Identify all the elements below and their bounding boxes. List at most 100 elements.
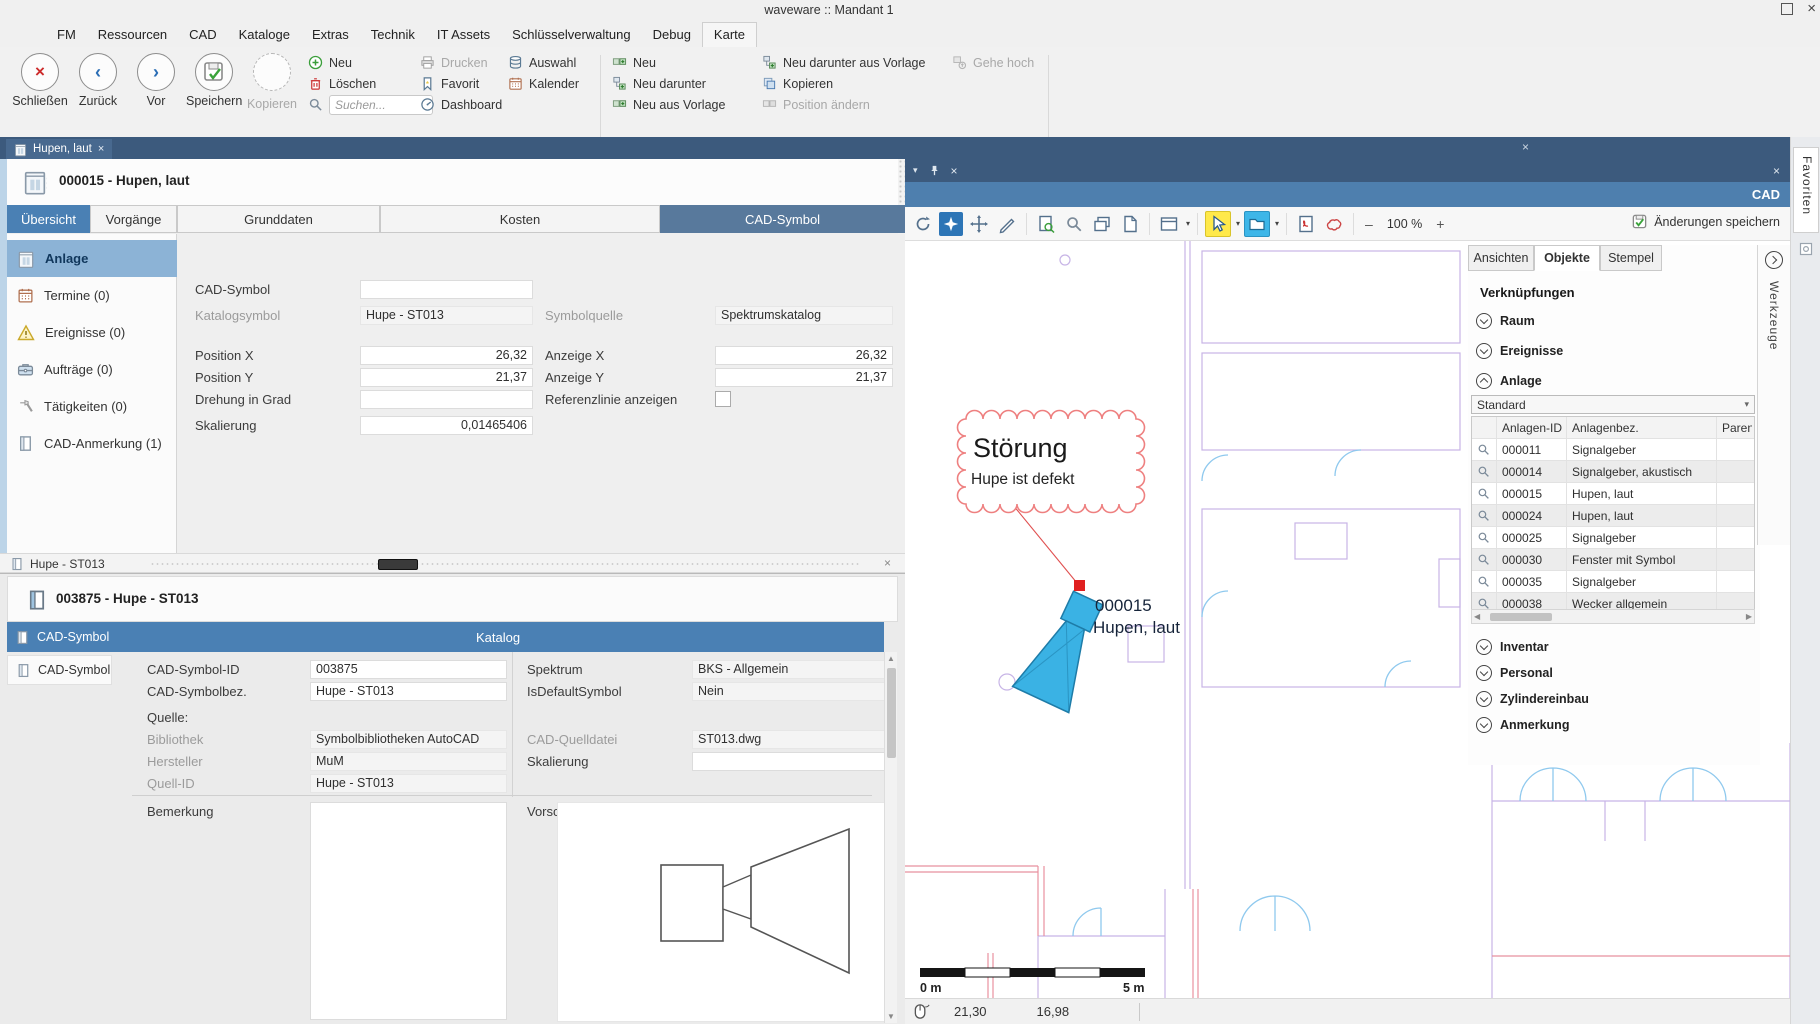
group-anlage[interactable]: Anlage (1476, 373, 1542, 389)
table-row[interactable]: 000025 Signalgeber (1472, 527, 1754, 549)
table-row[interactable]: 000015 Hupen, laut (1472, 483, 1754, 505)
menu-item[interactable]: Extras (301, 23, 360, 47)
favorite-button[interactable]: Favorit (420, 74, 502, 93)
save-button[interactable]: Speichern (186, 53, 242, 108)
tab-stempel[interactable]: Stempel (1600, 245, 1662, 271)
tab-cad-symbol[interactable]: CAD-Symbol (660, 205, 905, 233)
nav-item-termine[interactable]: Termine (0) (7, 277, 177, 314)
layers-button[interactable] (1090, 212, 1114, 236)
splitter-close-icon[interactable]: × (884, 556, 891, 570)
menu-item[interactable]: Schlüsselverwaltung (501, 23, 642, 47)
menu-item[interactable]: Kataloge (228, 23, 301, 47)
tab-katalog[interactable]: Katalog (112, 622, 884, 652)
group-inventar[interactable]: Inventar (1476, 639, 1549, 655)
new-drawing-button[interactable] (1118, 212, 1142, 236)
annotation-marker[interactable] (1074, 580, 1085, 591)
annotation-balloon[interactable]: Störung Hupe ist defekt (958, 411, 1145, 513)
magnifier-icon[interactable] (1477, 487, 1490, 500)
save-changes-button[interactable]: Änderungen speichern (1631, 213, 1780, 230)
magnifier-icon[interactable] (1477, 509, 1490, 522)
tab-close-icon[interactable]: × (98, 143, 104, 155)
scrollbar-thumb[interactable] (887, 668, 896, 758)
position-y-field[interactable]: 21,37 (360, 368, 533, 387)
horizontal-splitter[interactable]: Hupe - ST013 × (0, 553, 905, 573)
tab-vorgaenge[interactable]: Vorgänge (90, 205, 177, 233)
nav-item-cad-anmerkung[interactable]: CAD-Anmerkung (1) (7, 425, 177, 462)
cad-symbolbez-field[interactable]: Hupe - ST013 (310, 682, 507, 701)
tab-grunddaten[interactable]: Grunddaten (177, 205, 380, 233)
layer-folder-dropdown-icon[interactable]: ▾ (1275, 219, 1279, 228)
table-row[interactable]: 000030 Fenster mit Symbol (1472, 549, 1754, 571)
catalog-nav-item-1[interactable]: CAD-Symbol (7, 622, 112, 652)
scrollbar-thumb[interactable] (1490, 613, 1552, 621)
back-button[interactable]: ‹Zurück (70, 53, 126, 108)
pan-button[interactable] (967, 212, 991, 236)
menu-item[interactable]: Ressourcen (87, 23, 178, 47)
tree-new-from-template-button[interactable]: Neu aus Vorlage (612, 95, 725, 114)
nav-item-auftraege[interactable]: Aufträge (0) (7, 351, 177, 388)
maximize-button[interactable] (1781, 3, 1793, 15)
close-button[interactable]: ×Schließen (12, 53, 68, 108)
zoom-window-button[interactable] (1062, 212, 1086, 236)
window-mode-button[interactable] (1157, 212, 1181, 236)
select-tool-button[interactable] (1205, 211, 1231, 237)
magnifier-icon[interactable] (1477, 575, 1490, 588)
tab-kosten[interactable]: Kosten (380, 205, 660, 233)
table-row[interactable]: 000014 Signalgeber, akustisch (1472, 461, 1754, 483)
delete-button[interactable]: Löschen (308, 74, 433, 93)
magnifier-icon[interactable] (1477, 443, 1490, 456)
group-ereignisse[interactable]: Ereignisse (1476, 343, 1563, 359)
tree-new-button[interactable]: Neu (612, 53, 725, 72)
tab-objekte[interactable]: Objekte (1534, 245, 1600, 271)
splitter-handle[interactable] (378, 559, 418, 570)
table-row[interactable]: 000035 Signalgeber (1472, 571, 1754, 593)
tab-werkzeuge[interactable]: Werkzeuge (1767, 281, 1781, 350)
tree-new-below-from-template-button[interactable]: Neu darunter aus Vorlage (762, 53, 925, 72)
nav-item-ereignisse[interactable]: Ereignisse (0) (7, 314, 177, 351)
selection-button[interactable]: Auswahl (508, 53, 579, 72)
anzeige-x-field[interactable]: 26,32 (715, 346, 893, 365)
panel-menu-icon[interactable]: ▾ (913, 165, 918, 176)
revision-cloud-button[interactable] (1322, 212, 1346, 236)
dashboard-button[interactable]: Dashboard (420, 95, 502, 114)
zoom-in-button[interactable]: + (1432, 216, 1448, 232)
menu-item[interactable]: IT Assets (426, 23, 501, 47)
panel-close-icon[interactable]: × (951, 164, 958, 178)
forward-button[interactable]: ›Vor (128, 53, 184, 108)
calendar-button[interactable]: Kalender (508, 74, 579, 93)
print-preview-button[interactable] (1034, 212, 1058, 236)
tab-favoriten[interactable]: Favoriten (1793, 147, 1819, 233)
strip-close-icon[interactable]: × (1522, 140, 1529, 154)
select-tool-dropdown-icon[interactable]: ▾ (1236, 219, 1240, 228)
katalog-skalierung-field[interactable] (692, 752, 890, 771)
group-anmerkung[interactable]: Anmerkung (1476, 717, 1569, 733)
cad-symbol-field[interactable] (360, 280, 533, 299)
new-button[interactable]: Neu (308, 53, 433, 72)
panel-close-icon-right[interactable]: × (1773, 164, 1780, 178)
document-tab[interactable]: Hupen, laut × (6, 139, 112, 159)
referenzlinie-checkbox[interactable] (715, 391, 731, 407)
group-personal[interactable]: Personal (1476, 665, 1553, 681)
nav-item-taetigkeiten[interactable]: Tätigkeiten (0) (7, 388, 177, 425)
zoom-extents-button[interactable] (939, 212, 963, 236)
tab-ansichten[interactable]: Ansichten (1468, 245, 1534, 271)
menu-item[interactable]: Karte (702, 22, 757, 47)
table-row[interactable]: 000011 Signalgeber (1472, 439, 1754, 461)
skalierung-field[interactable]: 0,01465406 (360, 416, 533, 435)
table-scrollbar[interactable]: ◀▶ (1471, 609, 1755, 624)
tree-copy-button[interactable]: Kopieren (762, 74, 925, 93)
menu-item[interactable]: Debug (642, 23, 702, 47)
menu-item[interactable]: FM (46, 23, 87, 47)
catalog-nav-item-2[interactable]: CAD-Symbol (7, 655, 112, 685)
measure-button[interactable] (995, 212, 1019, 236)
anzeige-y-field[interactable]: 21,37 (715, 368, 893, 387)
group-raum[interactable]: Raum (1476, 313, 1535, 329)
magnifier-icon[interactable] (1477, 531, 1490, 544)
bemerkung-field[interactable] (310, 802, 507, 1020)
magnifier-icon[interactable] (1477, 465, 1490, 478)
menu-item[interactable]: CAD (178, 23, 227, 47)
cad-symbol-id-field[interactable]: 003875 (310, 660, 507, 679)
drehung-field[interactable] (360, 390, 533, 409)
table-row[interactable]: 000024 Hupen, laut (1472, 505, 1754, 527)
tab-uebersicht[interactable]: Übersicht (7, 205, 90, 233)
